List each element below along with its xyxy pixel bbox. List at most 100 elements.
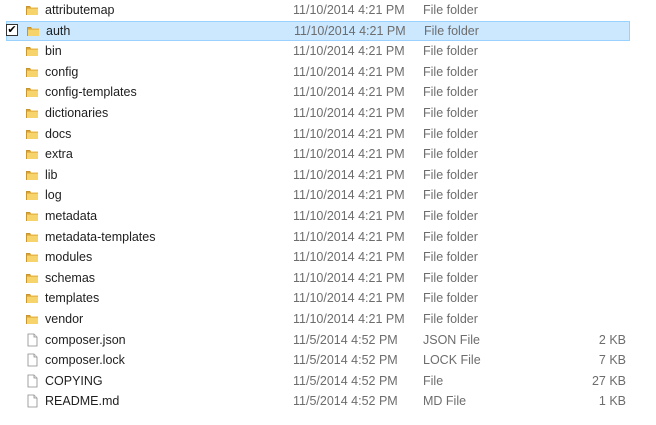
- file-type: File folder: [423, 229, 478, 244]
- file-name: metadata-templates: [45, 229, 156, 244]
- file-name: templates: [45, 291, 100, 306]
- file-icon: [25, 374, 39, 388]
- folder-icon: [25, 291, 39, 305]
- file-icon: [25, 394, 39, 408]
- file-name: bin: [45, 44, 62, 59]
- folder-icon: [25, 312, 39, 326]
- file-type: File folder: [423, 85, 478, 100]
- file-type: File folder: [423, 3, 478, 17]
- date-modified: 11/10/2014 4:21 PM: [293, 105, 405, 120]
- folder-icon: [25, 168, 39, 182]
- date-modified: 11/10/2014 4:21 PM: [293, 44, 405, 59]
- folder-row[interactable]: metadata 11/10/2014 4:21 PM File folder: [0, 206, 656, 227]
- date-modified: 11/5/2014 4:52 PM: [293, 394, 398, 409]
- folder-icon: [25, 44, 39, 58]
- file-type: File folder: [423, 250, 478, 265]
- date-modified: 11/10/2014 4:21 PM: [293, 188, 405, 203]
- folder-icon: [25, 106, 39, 120]
- file-icon: [25, 353, 39, 367]
- folder-icon: [25, 85, 39, 99]
- folder-row[interactable]: config-templates 11/10/2014 4:21 PM File f…: [0, 82, 656, 103]
- file-size: 7 KB: [598, 353, 626, 368]
- date-modified: 11/10/2014 4:21 PM: [293, 311, 405, 326]
- file-type: File folder: [423, 64, 478, 79]
- file-type: File folder: [423, 167, 478, 182]
- folder-row[interactable]: dictionaries 11/10/2014 4:21 PM File folde…: [0, 103, 656, 124]
- file-type: File folder: [423, 270, 478, 285]
- folder-row[interactable]: lib 11/10/2014 4:21 PM File folder: [0, 165, 656, 186]
- folder-row[interactable]: metadata-templates 11/10/2014 4:21 PM File…: [0, 227, 656, 248]
- checkbox-checked-icon[interactable]: ✔: [6, 23, 18, 36]
- date-modified: 11/10/2014 4:21 PM: [293, 208, 405, 223]
- folder-icon: [25, 127, 39, 141]
- folder-icon: [25, 271, 39, 285]
- file-name: modules: [45, 250, 93, 265]
- date-modified: 11/10/2014 4:21 PM: [293, 3, 405, 17]
- date-modified: 11/10/2014 4:21 PM: [293, 229, 405, 244]
- file-type: File folder: [423, 291, 478, 306]
- file-type: File folder: [423, 311, 478, 326]
- folder-row[interactable]: vendor 11/10/2014 4:21 PM File folder: [0, 309, 656, 330]
- date-modified: 11/10/2014 4:21 PM: [293, 270, 405, 285]
- file-name: metadata: [45, 208, 98, 223]
- file-name: dictionaries: [45, 105, 109, 120]
- folder-row[interactable]: config 11/10/2014 4:21 PM File folder: [0, 62, 656, 83]
- file-type: File folder: [423, 44, 478, 59]
- date-modified: 11/10/2014 4:21 PM: [293, 126, 405, 141]
- folder-row[interactable]: log 11/10/2014 4:21 PM File folder: [0, 185, 656, 206]
- date-modified: 11/10/2014 4:21 PM: [294, 23, 406, 38]
- file-name: log: [45, 188, 62, 203]
- folder-row[interactable]: extra 11/10/2014 4:21 PM File folder: [0, 144, 656, 165]
- file-name: composer.lock: [45, 353, 125, 368]
- file-type: MD File: [423, 394, 467, 409]
- file-name: docs: [45, 126, 72, 141]
- folder-icon: [25, 250, 39, 264]
- file-name: config-templates: [45, 85, 137, 100]
- file-type: File folder: [424, 23, 479, 38]
- file-name: schemas: [45, 270, 96, 285]
- folder-row[interactable]: bin 11/10/2014 4:21 PM File folder: [0, 41, 656, 62]
- folder-icon: [25, 188, 39, 202]
- file-row[interactable]: composer.json 11/5/2014 4:52 PM JSON File 2…: [0, 330, 656, 351]
- folder-row[interactable]: modules 11/10/2014 4:21 PM File folder: [0, 247, 656, 268]
- file-name: auth: [46, 23, 71, 38]
- folder-icon: [25, 209, 39, 223]
- date-modified: 11/5/2014 4:52 PM: [293, 332, 398, 347]
- date-modified: 11/10/2014 4:21 PM: [293, 147, 405, 162]
- file-size: 2 KB: [598, 332, 626, 347]
- file-row[interactable]: COPYING 11/5/2014 4:52 PM File 27 KB: [0, 371, 656, 392]
- file-row[interactable]: composer.lock 11/5/2014 4:52 PM LOCK File 7…: [0, 350, 656, 371]
- folder-row[interactable]: attributemap 11/10/2014 4:21 PM File folde…: [0, 0, 656, 21]
- file-type: LOCK File: [423, 353, 481, 368]
- file-type: File: [423, 373, 444, 388]
- file-name: COPYING: [45, 373, 103, 388]
- file-type: File folder: [423, 208, 478, 223]
- folder-row[interactable]: templates 11/10/2014 4:21 PM File folder: [0, 288, 656, 309]
- file-type: File folder: [423, 126, 478, 141]
- folder-icon: [25, 230, 39, 244]
- file-icon: [25, 333, 39, 347]
- file-list: attributemap 11/10/2014 4:21 PM File folde…: [0, 0, 656, 412]
- file-type: JSON File: [423, 332, 480, 347]
- file-type: File folder: [423, 105, 478, 120]
- file-name: vendor: [45, 311, 84, 326]
- folder-icon: [25, 3, 39, 17]
- file-size: 27 KB: [591, 373, 626, 388]
- date-modified: 11/10/2014 4:21 PM: [293, 250, 405, 265]
- file-name: README.md: [45, 394, 120, 409]
- date-modified: 11/10/2014 4:21 PM: [293, 64, 405, 79]
- file-type: File folder: [423, 188, 478, 203]
- file-name: composer.json: [45, 332, 126, 347]
- file-row[interactable]: README.md 11/5/2014 4:52 PM MD File 1 KB: [0, 391, 656, 412]
- date-modified: 11/10/2014 4:21 PM: [293, 291, 405, 306]
- folder-row[interactable]: docs 11/10/2014 4:21 PM File folder: [0, 124, 656, 145]
- file-name: config: [45, 64, 79, 79]
- folder-row[interactable]: ✔ auth 11/10/2014 4:21 PM File folder: [6, 20, 630, 42]
- date-modified: 11/5/2014 4:52 PM: [293, 373, 398, 388]
- folder-row[interactable]: schemas 11/10/2014 4:21 PM File folder: [0, 268, 656, 289]
- folder-icon: [25, 147, 39, 161]
- date-modified: 11/5/2014 4:52 PM: [293, 353, 398, 368]
- date-modified: 11/10/2014 4:21 PM: [293, 167, 405, 182]
- file-type: File folder: [423, 147, 478, 162]
- folder-icon: [26, 24, 40, 38]
